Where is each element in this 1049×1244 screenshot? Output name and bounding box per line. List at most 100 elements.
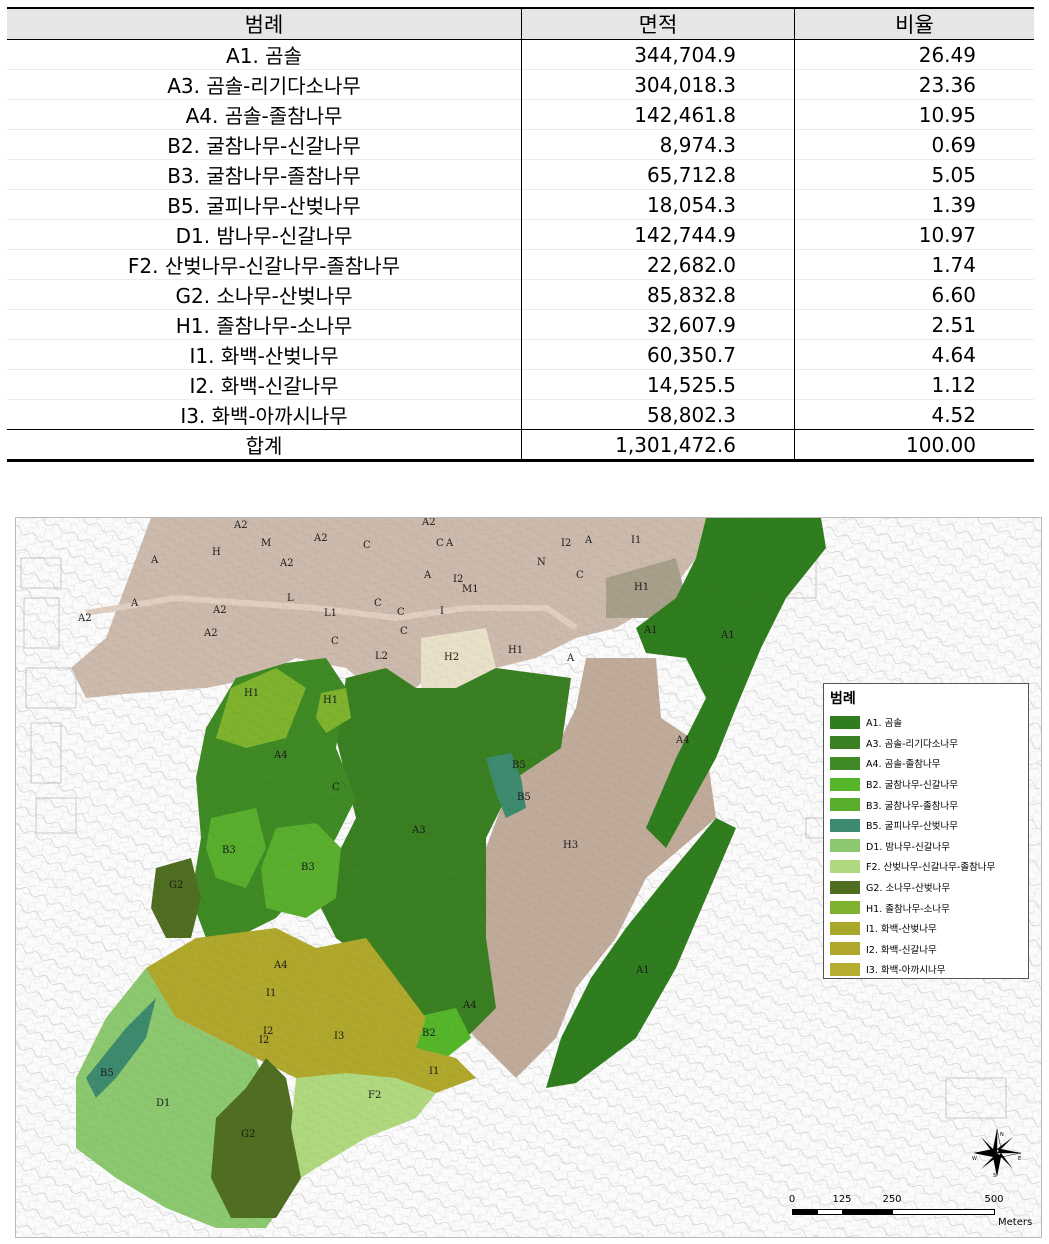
- legend-item: B5. 굴피나무-산벚나무: [830, 815, 995, 836]
- zone-label: M: [261, 538, 271, 549]
- zone-label: N: [537, 557, 546, 568]
- legend-item: A1. 곰솔: [830, 712, 995, 733]
- compass-w: W: [972, 1156, 977, 1162]
- cell-legend: I2. 화백-신갈나무: [7, 369, 522, 400]
- header-area: 면적: [521, 7, 795, 40]
- legend-label: F2. 산벚나무-신갈나무-졸참나무: [866, 862, 996, 874]
- zone-label: A: [445, 538, 454, 549]
- legend-label: I2. 화백-신갈나무: [866, 944, 937, 956]
- cell-area: 85,832.8: [521, 279, 795, 310]
- legend-swatch: [830, 859, 860, 873]
- zone-label: A2: [233, 520, 248, 531]
- scale-segment-1: [792, 1209, 818, 1215]
- legend-item: F2. 산벚나무-신갈나무-졸참나무: [830, 856, 995, 877]
- zone-label: B3: [301, 862, 315, 873]
- legend-label: A1. 곰솔: [866, 718, 903, 730]
- cell-ratio: 23.36: [794, 69, 1034, 100]
- legend-item: A3. 곰솔-리기다소나무: [830, 733, 995, 754]
- cell-legend: F2. 산벚나무-신갈나무-졸참나무: [7, 249, 522, 280]
- cell-area: 32,607.9: [521, 309, 795, 340]
- cell-area: 22,682.0: [521, 249, 795, 280]
- zone-label: B5: [517, 792, 531, 803]
- cell-area: 1,301,472.6: [521, 429, 795, 462]
- legend-label: B3. 굴참나무-졸참나무: [866, 800, 958, 812]
- cell-legend: I1. 화백-산벚나무: [7, 339, 522, 370]
- legend-item: H1. 졸참나무-소나무: [830, 897, 995, 918]
- legend-title: 범례: [830, 691, 856, 707]
- zone-label: H2: [444, 652, 459, 663]
- cell-legend: A4. 곰솔-졸참나무: [7, 99, 522, 130]
- header-legend: 범례: [7, 7, 522, 40]
- legend-items: A1. 곰솔 A3. 곰솔-리기다소나무 A4. 곰솔-졸참나무 B2. 굴참나무-신…: [830, 712, 995, 980]
- legend-label: B5. 굴피나무-산벚나무: [866, 821, 958, 833]
- zone-label: I: [440, 606, 444, 617]
- legend-item: B2. 굴참나무-신갈나무: [830, 774, 995, 795]
- scale-bar: 0 125 250 500 Meters: [784, 1194, 1040, 1234]
- cell-ratio: 4.64: [794, 339, 1034, 370]
- zone-label: H1: [634, 582, 649, 593]
- compass-rose-icon: N S E W: [972, 1128, 1021, 1179]
- legend-swatch: [830, 839, 860, 853]
- zone-label: A: [566, 653, 575, 664]
- legend-item: D1. 밤나무-신갈나무: [830, 836, 995, 857]
- table-row: A4. 곰솔-졸참나무 142,461.8 10.95: [7, 99, 1034, 130]
- zone-label: A: [584, 535, 593, 546]
- legend-label: B2. 굴참나무-신갈나무: [866, 780, 958, 792]
- cell-legend: B3. 굴참나무-졸참나무: [7, 159, 522, 190]
- compass-s: S: [993, 1173, 996, 1179]
- zone-label: A1: [635, 965, 650, 976]
- table-row: F2. 산벚나무-신갈나무-졸참나무 22,682.0 1.74: [7, 249, 1034, 280]
- legend-swatch: [830, 942, 860, 956]
- zone-label: G2: [169, 880, 183, 891]
- zone-label: A: [423, 570, 432, 581]
- cell-legend: A3. 곰솔-리기다소나무: [7, 69, 522, 100]
- zone-label: L2: [375, 651, 388, 662]
- cell-ratio: 1.74: [794, 249, 1034, 280]
- compass-e: E: [1018, 1156, 1021, 1162]
- legend-item: B3. 굴참나무-졸참나무: [830, 794, 995, 815]
- cell-ratio: 10.95: [794, 99, 1034, 130]
- cell-area: 344,704.9: [521, 39, 795, 70]
- zone-label: C: [400, 626, 408, 637]
- zone-label: C: [331, 636, 339, 647]
- zone-label: A1: [643, 625, 658, 636]
- zone-label: A2: [77, 613, 92, 624]
- legend-swatch: [830, 777, 860, 791]
- legend-swatch: [830, 715, 860, 729]
- legend-swatch: [830, 798, 860, 812]
- zone-label: H3: [563, 840, 578, 851]
- scale-segment-4: [892, 1209, 995, 1215]
- zone-label: H: [212, 547, 221, 558]
- area-table: 범례 면적 비율 A1. 곰솔 344,704.9 26.49 A3. 곰솔-리기다소…: [7, 7, 1034, 462]
- zone-label: I1: [631, 535, 641, 546]
- header-ratio: 비율: [794, 7, 1034, 40]
- legend-label: I1. 화백-산벚나무: [866, 924, 937, 936]
- scale-tick-500: 500: [984, 1194, 1004, 1205]
- legend-swatch: [830, 962, 860, 976]
- cell-ratio: 10.97: [794, 219, 1034, 250]
- legend-item: I1. 화백-산벚나무: [830, 918, 995, 939]
- cell-ratio: 1.12: [794, 369, 1034, 400]
- zone-label: G2: [241, 1129, 255, 1140]
- zone-label: I1: [429, 1066, 439, 1077]
- cell-ratio: 100.00: [794, 429, 1034, 462]
- forest-type-map: A1 A1 A1 A3 A4 A4 A4 A4 B2 B3 B3 B5 B5 B5 D1 F2 G2 G2 H1 H1…: [15, 517, 1042, 1238]
- cell-area: 142,744.9: [521, 219, 795, 250]
- zone-label: D1: [156, 1098, 170, 1109]
- zone-label: M1: [462, 584, 479, 595]
- table-body: A1. 곰솔 344,704.9 26.49 A3. 곰솔-리기다소나무 304,018…: [7, 39, 1034, 462]
- map-legend: 범례 A1. 곰솔 A3. 곰솔-리기다소나무 A4. 곰솔-졸참나무 B2. 굴참나…: [823, 683, 1029, 979]
- legend-label: D1. 밤나무-신갈나무: [866, 841, 951, 853]
- zone-label: F2: [368, 1090, 381, 1101]
- zone-label: A4: [675, 735, 690, 746]
- legend-item: G2. 소나무-산벚나무: [830, 877, 995, 898]
- table-row: B3. 굴참나무-졸참나무 65,712.8 5.05: [7, 159, 1034, 190]
- table-row: A3. 곰솔-리기다소나무 304,018.3 23.36: [7, 69, 1034, 100]
- legend-label: H1. 졸참나무-소나무: [866, 903, 950, 915]
- table-row: I3. 화백-아까시나무 58,802.3 4.52: [7, 399, 1034, 430]
- table-row: B5. 굴피나무-산벚나무 18,054.3 1.39: [7, 189, 1034, 220]
- legend-swatch: [830, 736, 860, 750]
- zone-label: A2: [313, 533, 328, 544]
- cell-area: 18,054.3: [521, 189, 795, 220]
- cell-legend: 합계: [7, 429, 522, 462]
